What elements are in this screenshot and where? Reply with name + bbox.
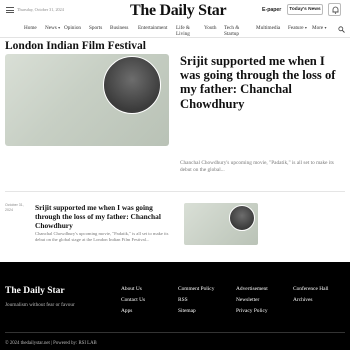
- footer: The Daily Star Journalism without fear o…: [0, 262, 350, 350]
- nav-item-business[interactable]: Business: [110, 25, 128, 31]
- nav-item-entertainment[interactable]: Entertainment: [138, 25, 167, 31]
- footer-link-about-us[interactable]: About Us: [121, 286, 142, 292]
- search-icon[interactable]: [338, 26, 345, 33]
- list-item-headline[interactable]: Srijit supported me when I was going thr…: [35, 203, 175, 230]
- list-item-image[interactable]: [184, 203, 258, 245]
- footer-link-sitemap[interactable]: Sitemap: [178, 308, 196, 314]
- nav-item-news-label: News: [45, 25, 57, 31]
- list-item-excerpt: Chanchal Chowdhury's upcoming movie, "Pa…: [35, 231, 169, 243]
- footer-link-advertisement[interactable]: Advertisement: [236, 286, 268, 292]
- menu-icon[interactable]: [6, 7, 14, 13]
- lead-story-headline[interactable]: Srijit supported me when I was going thr…: [180, 54, 345, 111]
- nav-item-more-label: More: [312, 25, 324, 31]
- footer-copyright: © 2024 thedailystar.net | Powered by: RS…: [5, 341, 97, 346]
- footer-link-apps[interactable]: Apps: [121, 308, 132, 314]
- footer-link-comment-policy[interactable]: Comment Policy: [178, 286, 214, 292]
- lead-story-image[interactable]: [5, 54, 169, 146]
- divider: [5, 191, 345, 192]
- footer-link-archives[interactable]: Archives: [293, 297, 312, 303]
- main-nav: Home News ▾ Opinion Sports Business Ente…: [0, 22, 350, 38]
- nav-item-feature-label: Feature: [288, 25, 304, 31]
- caret-down-icon: ▾: [324, 25, 327, 30]
- footer-logo[interactable]: The Daily Star: [5, 286, 65, 296]
- list-item-date: October 31, 2024: [5, 203, 24, 212]
- current-date: Thursday, October 31, 2024: [17, 7, 64, 12]
- nav-item-more[interactable]: More ▾: [312, 25, 327, 31]
- nav-item-feature[interactable]: Feature ▾: [288, 25, 307, 31]
- footer-divider: [5, 332, 345, 333]
- nav-item-multimedia[interactable]: Multimedia: [256, 25, 280, 31]
- nav-item-tech-startup[interactable]: Tech & Startup: [224, 25, 250, 37]
- footer-link-contact-us[interactable]: Contact Us: [121, 297, 145, 303]
- epaper-link[interactable]: E-paper: [262, 7, 281, 13]
- footer-link-rss[interactable]: RSS: [178, 297, 188, 303]
- site-logo[interactable]: The Daily Star: [130, 2, 227, 20]
- nav-item-sports[interactable]: Sports: [89, 25, 102, 31]
- lead-story-inset-photo: [103, 56, 161, 114]
- nav-item-news[interactable]: News ▾: [45, 25, 60, 31]
- footer-link-newsletter[interactable]: Newsletter: [236, 297, 259, 303]
- nav-item-life-living[interactable]: Life & Living: [176, 25, 198, 37]
- nav-item-youth[interactable]: Youth: [204, 25, 216, 31]
- footer-link-conference-hall[interactable]: Conference Hall: [293, 286, 328, 292]
- caret-down-icon: ▾: [304, 25, 307, 30]
- notification-button[interactable]: [328, 3, 341, 16]
- nav-item-opinion[interactable]: Opinion: [64, 25, 81, 31]
- list-item-inset-photo: [229, 205, 255, 231]
- page-title: London Indian Film Festival: [5, 40, 146, 52]
- notification-bell-icon: [332, 6, 339, 14]
- caret-down-icon: ▾: [58, 25, 61, 30]
- footer-link-privacy-policy[interactable]: Privacy Policy: [236, 308, 268, 314]
- nav-item-home[interactable]: Home: [24, 25, 37, 31]
- top-bar: Thursday, October 31, 2024 The Daily Sta…: [0, 0, 350, 22]
- footer-tagline: Journalism without fear or favour: [5, 302, 75, 308]
- todays-news-button[interactable]: Today's News: [287, 4, 323, 15]
- lead-story-excerpt: Chanchal Chowdhury's upcoming movie, "Pa…: [180, 160, 334, 174]
